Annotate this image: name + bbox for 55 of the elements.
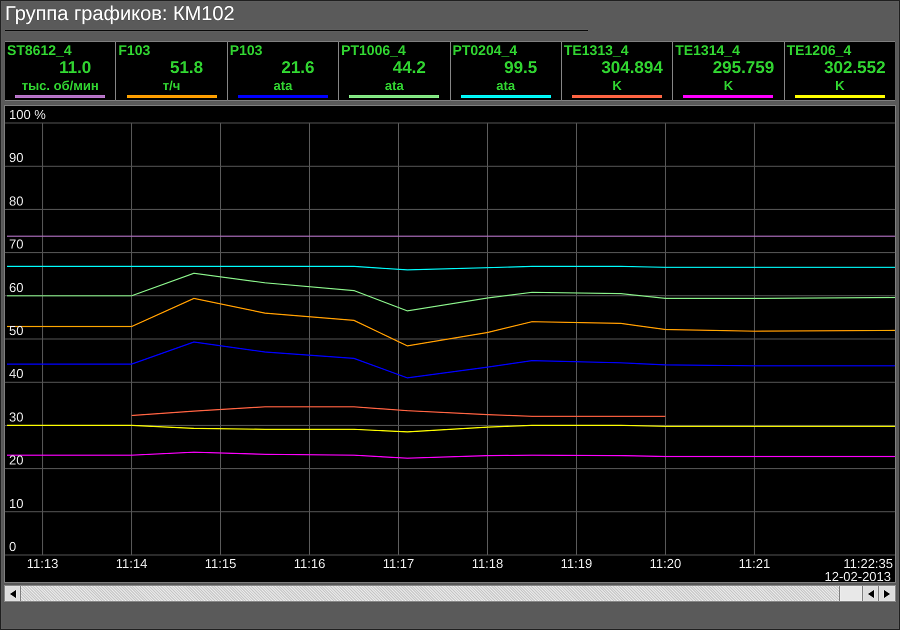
x-tick-label: 11:18 (472, 556, 504, 571)
channel-value: 99.5 (504, 58, 538, 78)
y-tick-label: 10 (9, 496, 24, 511)
channel-unit: тыс. об/мин (22, 78, 99, 93)
horizontal-scrollbar[interactable] (4, 585, 896, 602)
chart-date: 12-02-2013 (824, 569, 891, 584)
x-tick-label: 11:16 (294, 556, 326, 571)
channel-name: TE1206_4 (786, 42, 852, 58)
channel-value: 304.894 (601, 58, 663, 78)
channel-value: 21.6 (281, 58, 314, 78)
x-tick-label: 11:20 (650, 556, 682, 571)
channel-unit: ata (496, 78, 516, 93)
channel-value: 295.759 (712, 58, 774, 78)
x-tick-label: 11:21 (738, 556, 770, 571)
channel-unit: K (835, 78, 844, 93)
channel-value: 302.552 (824, 58, 886, 78)
y-tick-label: 0 (9, 539, 16, 554)
channel-unit: ata (274, 78, 292, 93)
y-tick-label: 40 (9, 366, 24, 382)
channel-name: F103 (118, 42, 150, 58)
channel-name: P103 (230, 42, 262, 58)
y-tick-label: 90 (9, 150, 24, 166)
x-tick-label: 11:22:35 (843, 556, 893, 571)
left-arrow-icon (868, 590, 874, 598)
channel-name: TE1313_4 (564, 42, 628, 58)
x-tick-label: 11:19 (560, 556, 592, 571)
scroll-left-button[interactable] (5, 586, 21, 601)
y-tick-label: 30 (9, 409, 24, 424)
right-arrow-icon (884, 590, 890, 598)
channel-unit: ata (384, 78, 404, 93)
scroll-right-button[interactable] (879, 586, 895, 601)
left-arrow-icon (10, 590, 16, 598)
y-tick-label: 20 (9, 452, 24, 468)
window-title: Группа графиков: КМ102 (5, 1, 588, 31)
scroll-thumb[interactable] (839, 586, 863, 601)
channel-value: 44.2 (392, 58, 426, 78)
y-tick-label: 100 % (9, 107, 46, 122)
y-tick-label: 50 (9, 323, 24, 338)
channel-value: 51.8 (170, 58, 204, 78)
channel-name: PT1006_4 (341, 42, 406, 58)
x-tick-label: 11:15 (204, 556, 236, 571)
channel-unit: т/ч (162, 78, 180, 93)
channel-value: 11.0 (59, 58, 92, 78)
channel-name: PT0204_4 (452, 42, 518, 58)
channel-unit: K (612, 78, 622, 93)
x-tick-label: 11:14 (116, 556, 148, 571)
x-tick-label: 11:17 (382, 556, 414, 571)
y-tick-label: 70 (9, 236, 24, 252)
scroll-left-button[interactable] (863, 586, 879, 601)
channel-name: TE1314_4 (675, 42, 740, 58)
channel-unit: K (724, 78, 734, 93)
y-tick-label: 80 (9, 193, 24, 208)
channel-name: ST8612_4 (7, 42, 72, 58)
y-tick-label: 60 (9, 280, 24, 295)
x-tick-label: 11:13 (26, 556, 58, 571)
